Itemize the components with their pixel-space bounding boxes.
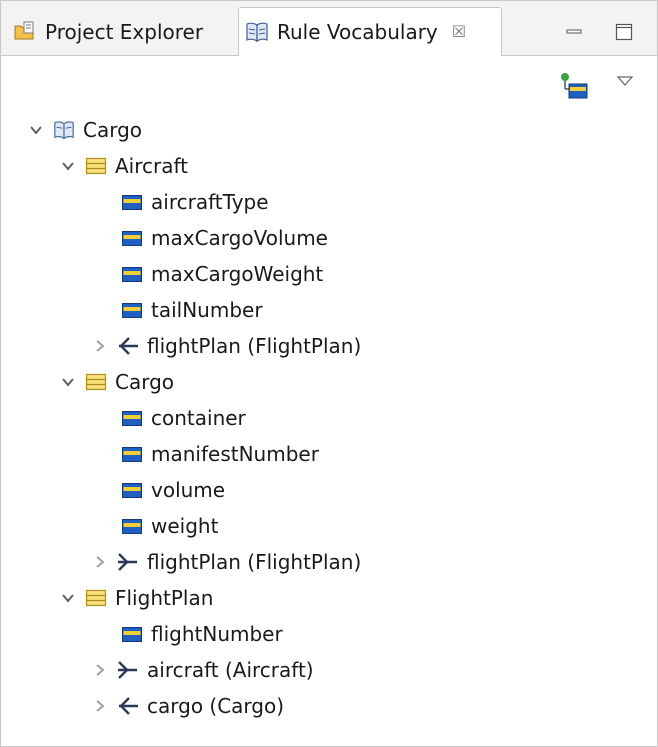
chevron-right-icon[interactable] [89,551,111,573]
association-outgoing-icon [117,551,139,573]
tree-node-label: Cargo [115,370,175,394]
tree-node-attribute[interactable]: container [121,401,246,435]
attribute-icon [121,407,143,429]
tree-node-label: Aircraft [115,154,189,178]
entity-icon [85,155,107,177]
tab-rule-vocabulary-label: Rule Vocabulary [277,20,438,44]
close-icon[interactable]: ☒ [452,24,466,40]
tab-bar: Project Explorer Rule Vocabulary ☒ [1,1,657,56]
tree-node-attribute[interactable]: aircraftType [121,185,269,219]
attribute-icon [121,515,143,537]
chevron-down-icon[interactable] [57,371,79,393]
maximize-button[interactable] [615,23,633,41]
maximize-icon [615,23,633,41]
rule-vocabulary-icon [245,21,269,43]
tree-node-attribute[interactable]: weight [121,509,218,543]
view-menu-button[interactable] [615,73,635,103]
tree-node-label: maxCargoVolume [151,226,328,250]
tree-node-association[interactable]: flightPlan (FlightPlan) [89,545,361,579]
tree-node-association[interactable]: cargo (Cargo) [89,689,284,723]
link-with-editor-icon [561,73,588,99]
attribute-icon [121,191,143,213]
chevron-down-icon[interactable] [57,155,79,177]
tree-node-label: flightPlan (FlightPlan) [147,334,362,358]
tree-node-entity-aircraft[interactable]: Aircraft [57,149,188,183]
chevron-right-icon[interactable] [89,335,111,357]
tree-node-attribute[interactable]: manifestNumber [121,437,319,471]
tree-node-label: maxCargoWeight [151,262,324,286]
tree-node-label: FlightPlan [115,586,214,610]
tree-node-entity-flightplan[interactable]: FlightPlan [57,581,213,615]
tree-node-label: tailNumber [151,298,263,322]
tree-node-label: cargo (Cargo) [147,694,285,718]
tab-rule-vocabulary[interactable]: Rule Vocabulary ☒ [238,7,502,56]
tab-project-explorer-label: Project Explorer [45,20,204,44]
tree-node-attribute[interactable]: tailNumber [121,293,263,327]
tree-node-label: Cargo [83,118,143,142]
tree-node-association[interactable]: aircraft (Aircraft) [89,653,314,687]
tree-node-attribute[interactable]: flightNumber [121,617,283,651]
tree-node-label: flightNumber [151,622,283,646]
vocabulary-book-icon [53,119,75,141]
project-explorer-icon [13,21,37,43]
attribute-icon [121,623,143,645]
attribute-icon [121,227,143,249]
tree-node-label: container [151,406,246,430]
chevron-down-icon[interactable] [57,587,79,609]
tree-node-root-cargo[interactable]: Cargo [25,113,142,147]
rule-vocabulary-view: Project Explorer Rule Vocabulary ☒ Cargo… [0,0,658,747]
association-outgoing-icon [117,659,139,681]
tree-node-attribute[interactable]: maxCargoVolume [121,221,328,255]
tree-node-label: aircraft (Aircraft) [147,658,314,682]
attribute-icon [121,479,143,501]
entity-icon [85,371,107,393]
attribute-icon [121,443,143,465]
chevron-down-icon[interactable] [25,119,47,141]
tree-node-attribute[interactable]: volume [121,473,225,507]
view-toolbar-button[interactable] [557,71,591,101]
tree-node-attribute[interactable]: maxCargoWeight [121,257,323,291]
attribute-icon [121,263,143,285]
tree-node-label: flightPlan (FlightPlan) [147,550,362,574]
association-incoming-icon [117,335,139,357]
chevron-right-icon[interactable] [89,659,111,681]
tree-node-label: manifestNumber [151,442,319,466]
minimize-icon [566,29,582,34]
tree-node-entity-cargo[interactable]: Cargo [57,365,174,399]
entity-icon [85,587,107,609]
attribute-icon [121,299,143,321]
minimize-button[interactable] [565,23,583,41]
chevron-down-icon [616,76,634,86]
tree-node-label: weight [151,514,219,538]
tree-node-label: volume [151,478,226,502]
tab-project-explorer[interactable]: Project Explorer [13,9,239,55]
chevron-right-icon[interactable] [89,695,111,717]
association-incoming-icon [117,695,139,717]
tree-node-association[interactable]: flightPlan (FlightPlan) [89,329,361,363]
tree-node-label: aircraftType [151,190,269,214]
